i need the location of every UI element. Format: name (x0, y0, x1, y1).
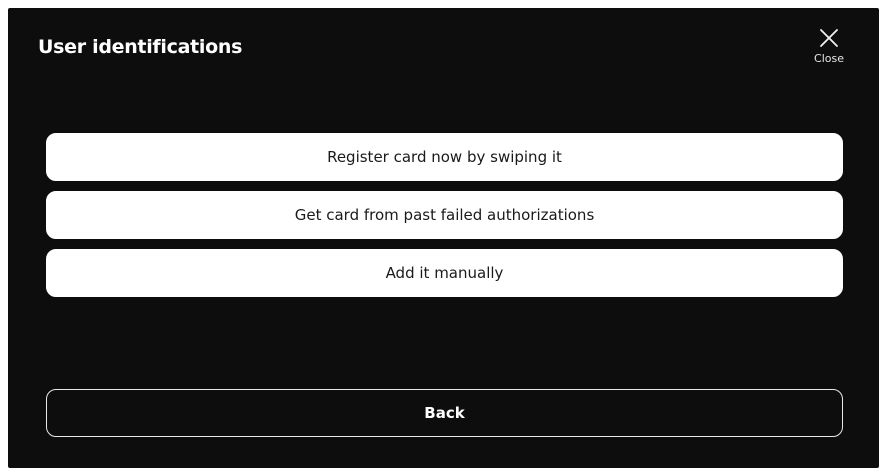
close-label: Close (814, 52, 844, 65)
dialog-title: User identifications (38, 36, 243, 58)
register-card-by-swiping-button[interactable]: Register card now by swiping it (46, 133, 843, 181)
get-card-from-failed-authorizations-button[interactable]: Get card from past failed authorizations (46, 191, 843, 239)
back-button[interactable]: Back (46, 389, 843, 437)
identification-options: Register card now by swiping it Get card… (46, 133, 843, 307)
close-icon (819, 28, 839, 48)
close-button[interactable]: Close (809, 28, 849, 86)
add-manually-button[interactable]: Add it manually (46, 249, 843, 297)
user-identifications-dialog: User identifications Close Register card… (8, 8, 879, 468)
